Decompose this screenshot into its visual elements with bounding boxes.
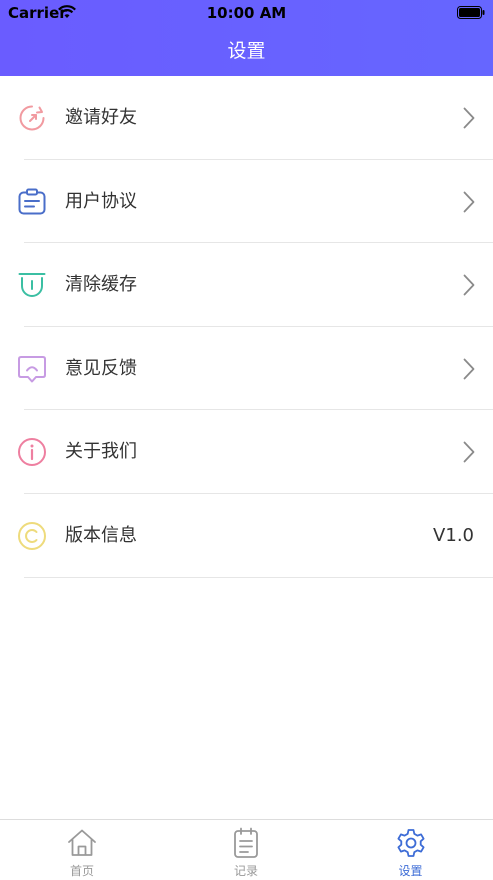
- settings-item-label: 意见反馈: [65, 357, 137, 379]
- chevron-right-icon: [463, 358, 475, 380]
- page-title: 设置: [227, 40, 266, 62]
- chevron-right-icon: [463, 191, 475, 212]
- settings-item-label: 版本信息: [65, 524, 137, 546]
- chevron-right-icon: [463, 441, 475, 463]
- copyright-icon: [18, 521, 46, 550]
- tab-settings[interactable]: 设置: [328, 820, 493, 880]
- settings-item-invite[interactable]: 邀请好友: [0, 76, 493, 160]
- settings-item-label: 用户协议: [65, 190, 137, 212]
- tab-label: 记录: [233, 864, 258, 878]
- status-time: 10:00 AM: [206, 4, 287, 22]
- clipboard-icon: [18, 188, 46, 215]
- home-icon: [68, 829, 96, 856]
- header: Carrier 10:00 AM 设置: [0, 0, 493, 76]
- gear-icon: [397, 829, 424, 857]
- settings-item-label: 邀请好友: [65, 107, 137, 128]
- chevron-right-icon: [463, 107, 475, 129]
- chevron-right-icon: [463, 274, 475, 296]
- trash-icon: [18, 273, 46, 298]
- refresh-icon: [19, 105, 45, 131]
- settings-item-version: 版本信息 V1.0: [0, 494, 493, 578]
- settings-item-label: 关于我们: [65, 441, 137, 463]
- settings-list: 邀请好友 用户协议 清除缓存 意见反馈 关于我们 版本信息 V1.0: [0, 76, 493, 578]
- tab-home[interactable]: 首页: [0, 820, 164, 880]
- divider: [24, 576, 493, 578]
- settings-item-feedback[interactable]: 意见反馈: [0, 327, 493, 411]
- info-icon: [18, 438, 46, 467]
- settings-item-label: 清除缓存: [65, 274, 137, 296]
- tab-label: 首页: [69, 864, 94, 878]
- tab-bar: 首页 记录 设置: [0, 819, 493, 880]
- feedback-icon: [18, 355, 46, 383]
- settings-item-clear-cache[interactable]: 清除缓存: [0, 243, 493, 327]
- battery-icon: [457, 6, 485, 19]
- settings-item-user-agreement[interactable]: 用户协议: [0, 160, 493, 244]
- tab-label: 设置: [398, 864, 423, 878]
- version-value: V1.0: [433, 524, 474, 546]
- document-icon: [234, 827, 258, 858]
- status-bar: Carrier 10:00 AM: [0, 0, 493, 26]
- tab-records[interactable]: 记录: [164, 820, 328, 880]
- settings-item-about-us[interactable]: 关于我们: [0, 410, 493, 494]
